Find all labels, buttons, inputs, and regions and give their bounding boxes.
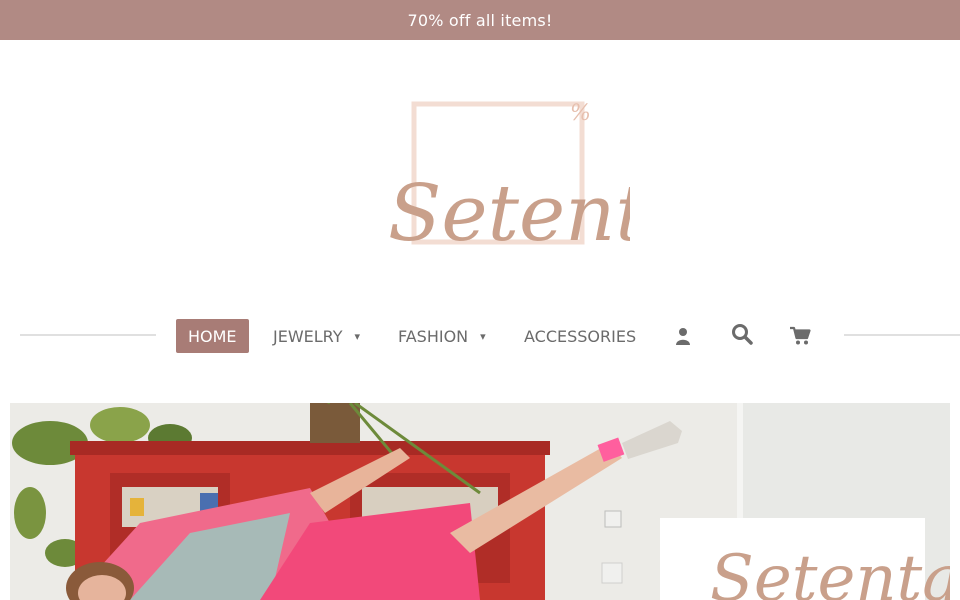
cart-icon[interactable] [788,324,812,348]
chevron-down-icon: ▾ [480,329,486,343]
search-icon[interactable] [730,322,754,346]
chevron-down-icon: ▾ [354,329,361,343]
user-icon[interactable] [671,324,695,348]
hero-banner-image[interactable]: Setenta [10,403,950,600]
nav-item-label: JEWELRY [273,326,343,346]
logo-percent-mark: % [570,101,591,126]
brand-logo[interactable]: % Setenta [380,92,630,267]
nav-item-label: FASHION [398,326,469,346]
promo-banner: 70% off all items! [0,0,960,40]
hero-photo: Setenta [10,403,950,600]
nav-item-fashion[interactable]: FASHION ▾ [398,319,486,353]
nav-item-jewelry[interactable]: JEWELRY ▾ [273,319,360,353]
nav-divider-right [844,334,960,336]
nav-item-label: HOME [188,326,237,346]
promo-text: 70% off all items! [407,10,553,30]
hero-card-logo: Setenta [710,542,950,600]
nav-item-label: ACCESSORIES [524,326,637,346]
logo-graphic: % Setenta [388,101,630,259]
nav-item-accessories[interactable]: ACCESSORIES [524,319,636,353]
main-navigation: HOME JEWELRY ▾ FASHION ▾ ACCESSORIES [0,312,960,358]
nav-item-home[interactable]: HOME [176,319,249,353]
logo-wordmark: Setenta [388,169,630,259]
nav-divider-left [20,334,156,336]
